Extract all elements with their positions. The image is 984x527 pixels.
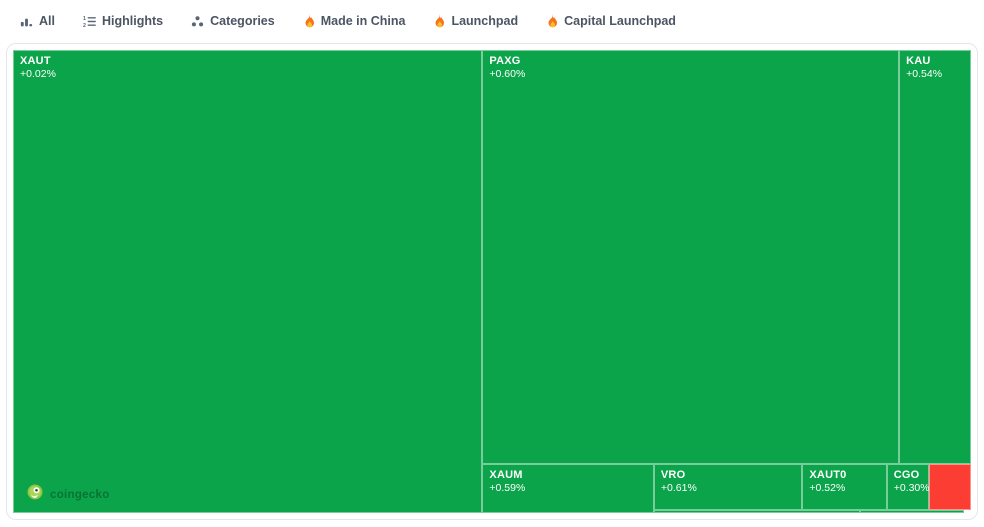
tab-capital-launchpad[interactable]: Capital Launchpad <box>546 14 676 28</box>
heatmap-cell-cgo[interactable]: CGO+0.30% <box>887 464 929 510</box>
heatmap-cell[interactable] <box>654 510 860 513</box>
cell-label: XAUT0+0.52% <box>802 464 886 500</box>
cell-label: VRO+0.61% <box>654 464 802 500</box>
bar-chart-icon <box>20 15 33 28</box>
coingecko-logo-icon <box>27 484 43 505</box>
tab-label: Launchpad <box>451 14 518 28</box>
tab-highlights[interactable]: 12Highlights <box>83 14 163 28</box>
svg-text:1: 1 <box>83 15 86 21</box>
heatmap-cell-xaum[interactable]: XAUM+0.59% <box>482 464 653 513</box>
svg-text:2: 2 <box>83 23 86 28</box>
heatmap-tab-bar: All12HighlightsCategoriesMade in ChinaLa… <box>0 0 984 40</box>
cell-label: XAUM+0.59% <box>482 464 653 500</box>
cell-change: +0.30% <box>894 482 922 496</box>
numbered-list-icon: 12 <box>83 15 96 28</box>
coingecko-watermark: coingecko <box>27 484 110 505</box>
heatmap-cell[interactable] <box>929 464 971 510</box>
heatmap-treemap: CGO+0.30%XAUT0+0.52%VRO+0.61%XAUM+0.59%K… <box>13 50 971 513</box>
cell-symbol: CGO <box>894 468 922 482</box>
flame-icon <box>433 14 445 28</box>
cell-symbol: KAU <box>906 54 964 68</box>
heatmap-card: CGO+0.30%XAUT0+0.52%VRO+0.61%XAUM+0.59%K… <box>6 43 978 520</box>
cell-label: KAU+0.54% <box>899 50 971 86</box>
cell-symbol: XAUT0 <box>809 468 879 482</box>
cell-symbol: PAXG <box>489 54 892 68</box>
cell-symbol: VRO <box>661 468 795 482</box>
cell-change: +0.02% <box>20 68 475 82</box>
heatmap-cell-paxg[interactable]: PAXG+0.60% <box>482 50 899 464</box>
heatmap-cell-xaut[interactable]: XAUT+0.02% <box>13 50 482 513</box>
tab-all[interactable]: All <box>20 14 55 28</box>
tab-label: Highlights <box>102 14 163 28</box>
tab-label: Made in China <box>321 14 406 28</box>
tab-categories[interactable]: Categories <box>191 14 275 28</box>
heatmap-cell[interactable] <box>860 510 964 513</box>
heatmap-cell-vro[interactable]: VRO+0.61% <box>654 464 802 510</box>
cell-label: PAXG+0.60% <box>482 50 899 86</box>
cluster-icon <box>191 15 204 28</box>
cell-label: CGO+0.30% <box>887 464 929 500</box>
tab-launchpad[interactable]: Launchpad <box>433 14 518 28</box>
cell-change: +0.61% <box>661 482 795 496</box>
cell-symbol: XAUT <box>20 54 475 68</box>
heatmap-cell-xaut0[interactable]: XAUT0+0.52% <box>802 464 886 510</box>
cell-change: +0.59% <box>489 482 646 496</box>
page: { "tabs": [ { "label": "All", "icon": "b… <box>0 0 984 527</box>
coingecko-watermark-label: coingecko <box>50 489 110 501</box>
tab-label: Categories <box>210 14 275 28</box>
cell-change: +0.52% <box>809 482 879 496</box>
tab-made-in-china[interactable]: Made in China <box>303 14 406 28</box>
cell-change: +0.54% <box>906 68 964 82</box>
tab-label: All <box>39 14 55 28</box>
tab-label: Capital Launchpad <box>564 14 676 28</box>
heatmap-cell-kau[interactable]: KAU+0.54% <box>899 50 971 464</box>
cell-change: +0.60% <box>489 68 892 82</box>
flame-icon <box>303 14 315 28</box>
cell-symbol: XAUM <box>489 468 646 482</box>
cell-label: XAUT+0.02% <box>13 50 482 86</box>
flame-icon <box>546 14 558 28</box>
